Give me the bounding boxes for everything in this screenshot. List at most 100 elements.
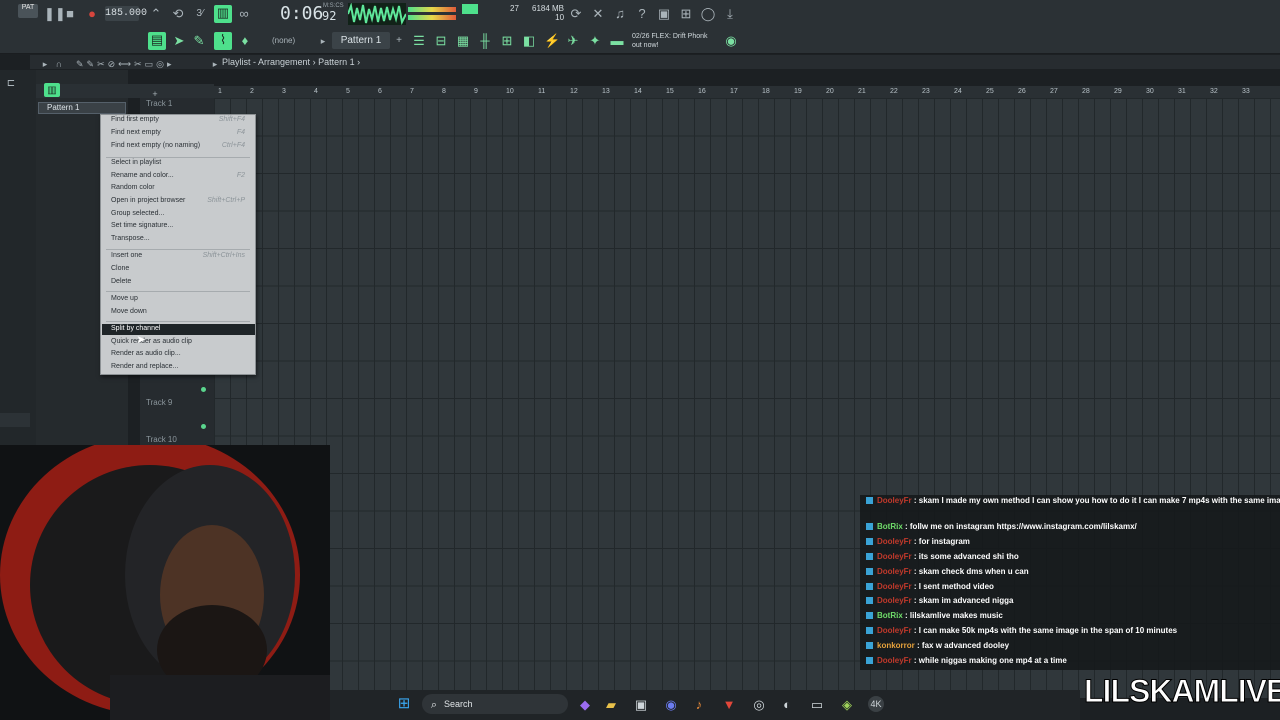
menu-item[interactable]: Split by channel <box>111 323 251 335</box>
track-mute-led[interactable] <box>201 424 206 429</box>
save-icon[interactable]: ▣ <box>656 6 672 22</box>
browser-scrollbar[interactable] <box>0 413 30 427</box>
piano-roll-icon[interactable]: ▦ <box>456 33 470 49</box>
meter-right <box>408 15 456 20</box>
undo-icon[interactable]: ⟳ <box>568 6 584 22</box>
resolution-badge[interactable]: 4K <box>868 696 884 712</box>
menu-item[interactable]: Transpose... <box>111 233 251 245</box>
menu-item[interactable]: Find first empty Shift+F4 <box>111 114 251 126</box>
menu-separator <box>106 291 250 292</box>
menu-item[interactable]: Delete <box>111 276 251 288</box>
obs-icon[interactable]: ◎ <box>752 697 766 713</box>
menu-item[interactable]: Group selected... <box>111 208 251 220</box>
mixer-icon[interactable]: ⊞ <box>678 6 694 22</box>
playlist-mode-icon[interactable]: ▤ <box>148 32 166 50</box>
tempo-display[interactable]: 185.000 <box>105 6 147 21</box>
browser-icon[interactable]: ⊞ <box>500 33 514 49</box>
metronome-icon[interactable]: ⌃ <box>148 6 164 22</box>
menu-item[interactable]: Open in project browser Shift+Ctrl+P <box>111 195 251 207</box>
loop-record-icon[interactable]: ∞ <box>236 6 252 22</box>
ruler-bar-number: 2 <box>250 88 254 95</box>
menu-item[interactable]: Insert one Shift+Ctrl+Ins <box>111 250 251 262</box>
taskbar-search[interactable]: Search <box>422 694 568 714</box>
breadcrumb[interactable]: Playlist - Arrangement › Pattern 1 › <box>222 57 360 67</box>
stop-icon[interactable]: ■ <box>64 6 76 22</box>
chat-message: DooleyFr : while niggas making one mp4 a… <box>866 656 1067 665</box>
channel-rack-icon[interactable]: ⊟ <box>434 33 448 49</box>
menu-item[interactable]: Quick render as audio clip <box>111 336 251 348</box>
chat-badge-icon <box>866 597 873 605</box>
menu-item[interactable]: Render and replace... <box>111 361 251 373</box>
countdown-icon[interactable]: 3⁄ <box>192 6 208 22</box>
touch-keyboard-icon[interactable]: ▬ <box>610 33 624 49</box>
chat-text: : skam check dms when u can <box>911 567 1029 576</box>
cut-icon[interactable]: ✕ <box>590 6 606 22</box>
file-explorer-icon[interactable]: ▰ <box>604 697 618 713</box>
folder-icon[interactable]: ⊏ <box>4 76 18 92</box>
master-volume-knob[interactable] <box>462 4 478 14</box>
menu-item-label: Clone <box>111 265 130 272</box>
track-label[interactable]: Track 10 <box>146 435 177 444</box>
picker-pattern-item[interactable]: Pattern 1 <box>38 102 126 114</box>
chat-badge-icon <box>866 627 873 635</box>
play-arrow-icon[interactable]: ➤ <box>172 33 186 49</box>
windows-start-icon[interactable]: ⊞ <box>396 696 412 712</box>
store-icon[interactable]: ▣ <box>634 697 648 713</box>
menu-item-label: Random color <box>111 184 155 191</box>
chat-username: BotRix <box>877 522 903 531</box>
menu-item-shortcut: Shift+F4 <box>218 116 245 123</box>
stamp-icon[interactable]: ♦ <box>238 33 252 49</box>
discord-icon[interactable]: ◉ <box>664 697 678 713</box>
chat-icon[interactable]: ◯ <box>700 6 716 22</box>
ruler-bar-number: 9 <box>474 88 478 95</box>
ruler-bar-number: 25 <box>986 88 994 95</box>
brush-icon[interactable]: ⌇ <box>214 32 232 50</box>
globe-icon[interactable]: ◉ <box>724 33 738 49</box>
menu-item[interactable]: Random color <box>111 182 251 194</box>
pattern-selector[interactable]: Pattern 1 <box>332 32 390 49</box>
mic-icon[interactable]: ♫ <box>612 6 628 22</box>
menu-item-label: Rename and color... <box>111 172 174 179</box>
chat-message: BotRix : lilskamlive makes music <box>866 611 1003 620</box>
brave-icon[interactable]: ▼ <box>722 697 736 713</box>
track-label[interactable]: Track 9 <box>146 398 172 407</box>
app-icon[interactable]: ◈ <box>840 697 854 713</box>
menu-item[interactable]: Move up <box>111 293 251 305</box>
snap-selector[interactable]: (none) <box>272 36 295 45</box>
menu-item[interactable]: Find next empty (no naming) Ctrl+F4 <box>111 140 251 152</box>
pattern-song-toggle[interactable]: PAT <box>18 4 38 18</box>
news-panel[interactable]: 02/26 FLEX: Drift Phonk out now! <box>632 32 708 50</box>
fl-studio-icon[interactable]: ♪ <box>692 697 706 713</box>
menu-item[interactable]: Set time signature... <box>111 220 251 232</box>
menu-item[interactable]: Clone <box>111 263 251 275</box>
meter-left <box>408 7 456 12</box>
menu-item[interactable]: Find next empty F4 <box>111 127 251 139</box>
script-icon[interactable]: ✦ <box>588 33 602 49</box>
picker-mode-icon[interactable]: ▥ <box>44 83 60 97</box>
mixer-view-icon[interactable]: ╫ <box>478 33 492 49</box>
pause-icon[interactable]: ❚❚ <box>44 6 66 22</box>
help-icon[interactable]: ? <box>634 6 650 22</box>
step-edit-icon[interactable]: ▥ <box>214 5 232 23</box>
prev-pattern-icon[interactable]: ▸ <box>318 33 328 49</box>
copilot-icon[interactable]: ◆ <box>578 697 592 713</box>
menu-item[interactable]: Select in playlist <box>111 157 251 169</box>
menu-item[interactable]: Rename and color... F2 <box>111 170 251 182</box>
download-icon[interactable]: ⤓ <box>722 6 738 22</box>
menu-item[interactable]: Move down <box>111 306 251 318</box>
app-icon[interactable]: ▭ <box>810 697 824 713</box>
plug-icon[interactable]: ⚡ <box>544 33 560 49</box>
ruler-bar-number: 26 <box>1018 88 1026 95</box>
track-mute-led[interactable] <box>201 387 206 392</box>
playlist-icon[interactable]: ☰ <box>412 33 426 49</box>
track-label[interactable]: Track 1 <box>146 99 172 108</box>
plugin-picker-icon[interactable]: ◧ <box>522 33 536 49</box>
pencil-icon[interactable]: ✎ <box>192 33 206 49</box>
ruler-bar-number: 16 <box>698 88 706 95</box>
wait-input-icon[interactable]: ⟲ <box>170 6 186 22</box>
menu-item[interactable]: Render as audio clip... <box>111 348 251 360</box>
record-icon[interactable]: ● <box>86 6 98 22</box>
add-pattern-icon[interactable]: + <box>394 33 404 49</box>
steam-icon[interactable]: ◐ <box>780 697 794 713</box>
tempo-tapper-icon[interactable]: ✈ <box>566 33 580 49</box>
